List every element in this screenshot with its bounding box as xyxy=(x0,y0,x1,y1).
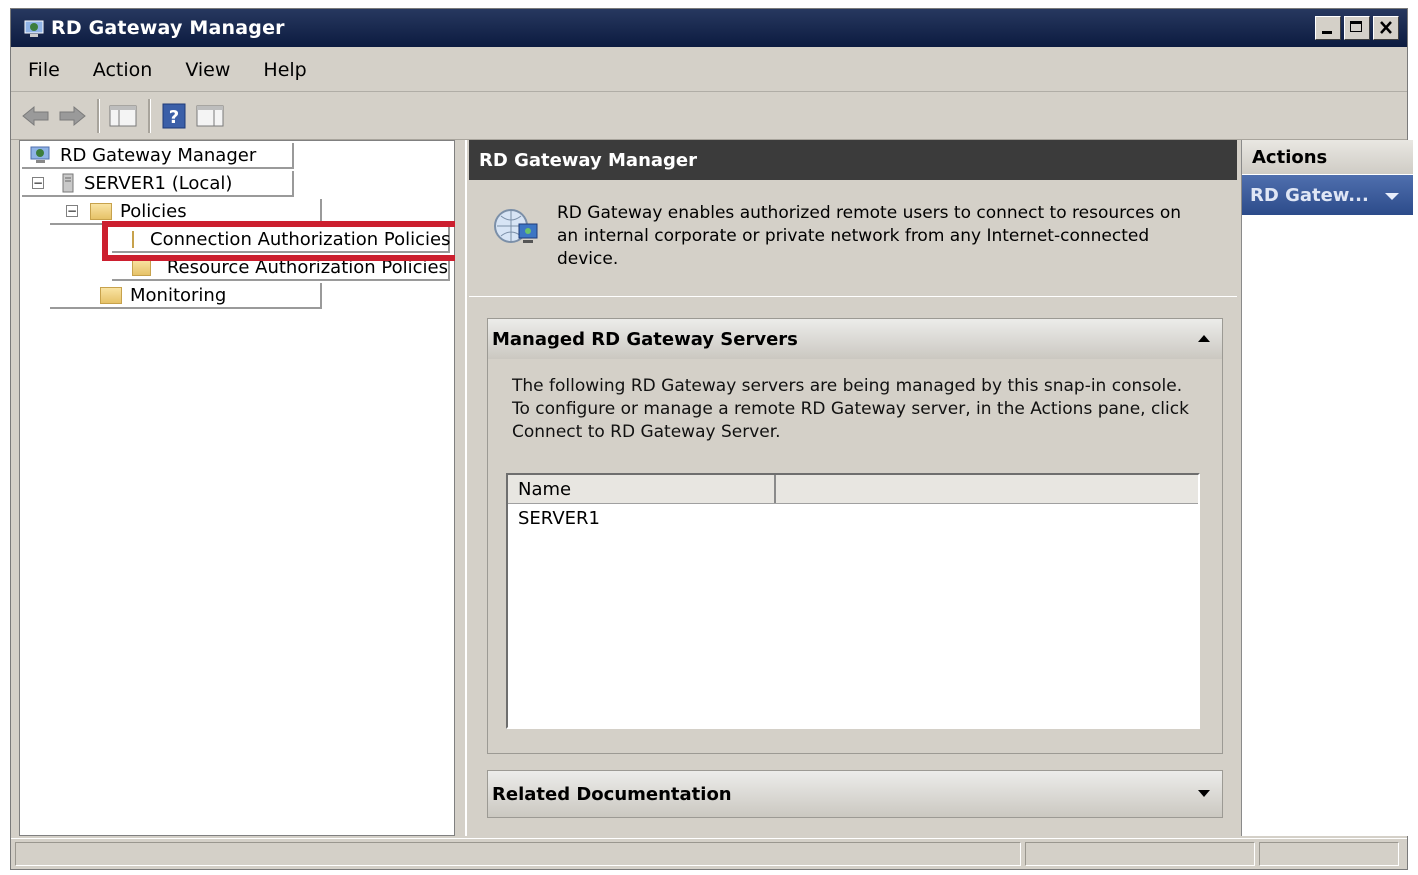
servers-list: Name SERVER1 xyxy=(506,473,1200,729)
help-icon: ? xyxy=(162,103,186,129)
managed-servers-panel: Managed RD Gateway Servers The following… xyxy=(487,318,1223,754)
close-button[interactable] xyxy=(1373,16,1399,40)
window-title: RD Gateway Manager xyxy=(51,17,285,39)
actions-item-label: RD Gatew... xyxy=(1250,184,1369,206)
intro-description: RD Gateway enables authorized remote use… xyxy=(557,203,1181,269)
back-arrow-icon xyxy=(22,105,49,127)
results-pane: RD Gateway Manager RD Gateway enables au… xyxy=(465,140,1237,836)
server-icon xyxy=(62,173,74,193)
rd-gateway-globe-icon xyxy=(494,209,538,243)
folder-icon xyxy=(100,286,122,304)
menu-view[interactable]: View xyxy=(182,57,233,83)
collapse-toggle[interactable]: − xyxy=(66,205,78,217)
close-icon xyxy=(1380,21,1392,34)
forward-arrow-icon xyxy=(59,105,86,127)
menu-action[interactable]: Action xyxy=(90,57,156,83)
menu-help[interactable]: Help xyxy=(260,57,309,83)
highlight-box xyxy=(102,221,462,261)
results-pane-header: RD Gateway Manager xyxy=(469,140,1237,180)
status-cell-3 xyxy=(1259,842,1399,866)
toolbar-separator xyxy=(148,99,151,133)
column-header-name[interactable]: Name xyxy=(508,475,776,503)
pane-splitter[interactable] xyxy=(455,140,465,836)
related-docs-panel: Related Documentation xyxy=(487,770,1223,818)
actions-item-rd-gateway[interactable]: RD Gatew... xyxy=(1242,175,1413,215)
help-button[interactable]: ? xyxy=(157,99,191,133)
show-hide-action-pane-button[interactable] xyxy=(193,99,227,133)
status-bar xyxy=(11,838,1407,869)
tree-label-root: RD Gateway Manager xyxy=(60,144,257,166)
tree-node-server1[interactable]: − SERVER1 (Local) xyxy=(22,171,294,197)
list-header: Name xyxy=(508,475,1198,504)
menu-file[interactable]: File xyxy=(25,57,63,83)
console-tree: RD Gateway Manager − SERVER1 (Local) − P… xyxy=(19,140,462,836)
related-docs-title: Related Documentation xyxy=(492,783,732,805)
column-header-empty[interactable] xyxy=(776,475,1198,503)
window-controls xyxy=(1315,16,1399,40)
rd-gateway-manager-icon xyxy=(30,146,50,163)
maximize-button[interactable] xyxy=(1344,16,1370,40)
back-button[interactable] xyxy=(19,99,53,133)
toolbar-separator xyxy=(97,99,100,133)
expand-down-icon[interactable] xyxy=(1198,790,1210,797)
svg-text:?: ? xyxy=(169,107,179,128)
show-hide-console-tree-button[interactable] xyxy=(106,99,140,133)
managed-servers-header[interactable]: Managed RD Gateway Servers xyxy=(488,319,1222,359)
folder-icon xyxy=(132,258,151,276)
status-cell-2 xyxy=(1025,842,1255,866)
actions-pane: Actions RD Gatew... xyxy=(1241,140,1413,836)
intro-section: RD Gateway enables authorized remote use… xyxy=(469,182,1237,297)
managed-servers-title: Managed RD Gateway Servers xyxy=(492,328,798,350)
title-bar[interactable]: RD Gateway Manager xyxy=(11,9,1407,47)
actions-header: Actions xyxy=(1242,140,1413,175)
status-cell-main xyxy=(15,842,1021,866)
console-body: RD Gateway Manager − SERVER1 (Local) − P… xyxy=(19,140,1413,836)
tree-node-rd-gateway-manager[interactable]: RD Gateway Manager xyxy=(22,143,294,169)
tree-node-monitoring[interactable]: Monitoring xyxy=(50,283,322,309)
toolbar: ? xyxy=(11,93,1407,140)
menu-bar: File Action View Help xyxy=(11,49,1407,92)
related-docs-header[interactable]: Related Documentation xyxy=(488,771,1222,817)
show-hide-console-tree-icon xyxy=(109,105,137,127)
tree-label-monitoring: Monitoring xyxy=(130,284,227,306)
collapse-toggle[interactable]: − xyxy=(32,177,44,189)
dropdown-arrow-icon[interactable] xyxy=(1385,193,1399,200)
show-hide-action-pane-icon xyxy=(196,105,224,127)
tree-label-server1: SERVER1 (Local) xyxy=(84,172,233,194)
list-item[interactable]: SERVER1 xyxy=(508,504,1198,529)
tree-label-policies: Policies xyxy=(120,200,187,222)
managed-servers-description: The following RD Gateway servers are bei… xyxy=(512,376,1189,442)
folder-icon xyxy=(90,202,112,220)
minimize-button[interactable] xyxy=(1315,16,1341,40)
forward-button[interactable] xyxy=(55,99,89,133)
rd-gateway-app-icon xyxy=(24,20,44,37)
mmc-window: RD Gateway Manager File Action View Help xyxy=(10,8,1413,870)
collapse-up-icon[interactable] xyxy=(1198,335,1210,342)
